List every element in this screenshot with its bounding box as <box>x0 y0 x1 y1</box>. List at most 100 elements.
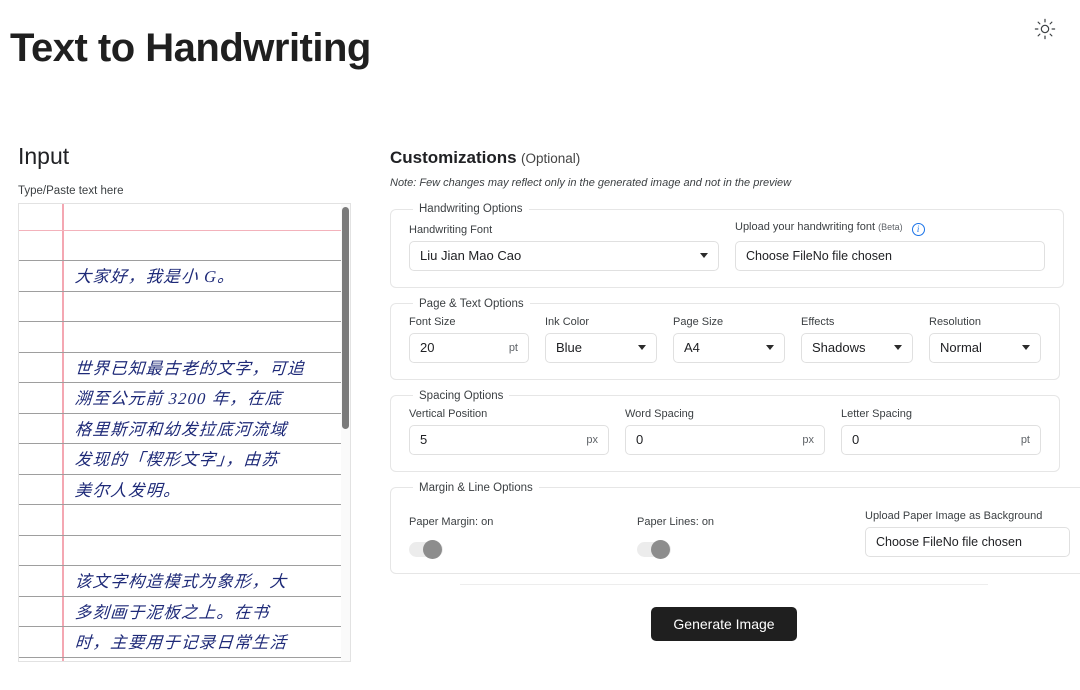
handwriting-line: 格里斯河和幼发拉底河流域 <box>74 419 288 439</box>
field-resolution: Resolution Normal <box>929 316 1041 363</box>
field-font-size: Font Size 20 pt <box>409 316 529 363</box>
handwriting-line: 该文字构造模式为象形，大 <box>74 572 288 592</box>
upload-font-value: Choose FileNo file chosen <box>746 248 892 263</box>
paper-rule <box>19 534 350 536</box>
paper-lines-toggle-knob <box>651 539 670 559</box>
app-root: Text to Handwriting Input Type/Paste tex… <box>0 0 1080 690</box>
vertical-position-label: Vertical Position <box>409 407 488 420</box>
handwriting-font-label: Handwriting Font <box>409 223 493 236</box>
chevron-down-icon <box>894 345 902 350</box>
word-spacing-input[interactable]: 0 px <box>625 424 825 455</box>
paper-rule <box>19 229 350 232</box>
chevron-down-icon <box>638 345 646 350</box>
paper-rule <box>19 443 350 445</box>
vertical-position-unit: px <box>586 433 598 446</box>
group-spacing-options-legend: Spacing Options <box>419 389 504 402</box>
paper-image-file-input[interactable]: Choose FileNo file chosen <box>865 526 1070 557</box>
upload-font-file-input[interactable]: Choose FileNo file chosen <box>735 240 1045 271</box>
preview-scrollbar-thumb[interactable] <box>342 206 349 429</box>
field-handwriting-font: Handwriting Font Liu Jian Mao Cao <box>409 224 719 271</box>
resolution-select[interactable]: Normal <box>929 332 1041 363</box>
chevron-down-icon <box>1022 345 1030 350</box>
page-size-select[interactable]: A4 <box>673 332 785 363</box>
paper-rule <box>19 473 350 475</box>
handwriting-preview[interactable]: 大家好，我是小 G。世界已知最古老的文字，可追 溯至公元前 3200 年，在底 格里… <box>18 202 351 662</box>
paper-image-label: Upload Paper Image as Background <box>865 509 1043 522</box>
resolution-value: Normal <box>940 340 982 355</box>
ink-color-select[interactable]: Blue <box>545 332 657 363</box>
effects-select[interactable]: Shadows <box>801 332 913 363</box>
field-ink-color: Ink Color Blue <box>545 316 657 363</box>
chevron-down-icon <box>700 253 708 258</box>
group-handwriting-options: Handwriting Options Handwriting Font Liu… <box>390 203 1064 288</box>
resolution-label: Resolution <box>929 315 981 328</box>
paper-lines-toggle[interactable] <box>637 539 671 559</box>
handwriting-line: 溯至公元前 3200 年，在底 <box>74 389 284 409</box>
group-page-text-options-legend: Page & Text Options <box>419 297 524 310</box>
font-size-unit: pt <box>508 341 518 354</box>
handwriting-font-select[interactable]: Liu Jian Mao Cao <box>409 240 719 271</box>
paper-rule <box>19 626 350 628</box>
paper-rule <box>19 565 350 567</box>
group-page-text-options: Page & Text Options Font Size 20 pt Ink … <box>390 297 1060 380</box>
field-page-size: Page Size A4 <box>673 316 785 363</box>
effects-value: Shadows <box>812 340 866 355</box>
letter-spacing-input[interactable]: 0 pt <box>841 424 1041 455</box>
paper-rule <box>19 351 350 353</box>
vertical-position-value: 5 <box>420 432 428 447</box>
handwriting-line: 大家好，我是小 G。 <box>74 267 236 287</box>
paper-rule <box>19 656 350 658</box>
word-spacing-unit: px <box>802 433 814 446</box>
handwriting-line: 世界已知最古老的文字，可追 <box>74 358 306 378</box>
input-field-caption: Type/Paste text here <box>18 184 124 197</box>
generate-image-button[interactable]: Generate Image <box>651 606 797 641</box>
paper-margin-toggle[interactable] <box>409 539 443 559</box>
handwriting-line: 多刻画于泥板之上。在书 <box>74 602 271 622</box>
font-size-value: 20 <box>420 340 435 355</box>
paper-image-value: Choose FileNo file chosen <box>876 534 1022 549</box>
handwriting-line: 美尔人发明。 <box>74 480 182 500</box>
letter-spacing-value: 0 <box>852 432 860 447</box>
field-vertical-position: Vertical Position 5 px <box>409 408 609 455</box>
upload-font-label-text: Upload your handwriting font <box>735 221 876 233</box>
info-icon[interactable]: i <box>911 222 925 236</box>
word-spacing-value: 0 <box>636 432 644 447</box>
customizations-title: Customizations <box>390 148 517 167</box>
preview-scrollbar[interactable] <box>341 203 350 661</box>
paper-rule <box>19 382 350 384</box>
field-upload-font: Upload your handwriting font (Beta) i Ch… <box>735 221 1045 271</box>
letter-spacing-label: Letter Spacing <box>841 407 912 420</box>
field-paper-lines: Paper Lines: on <box>637 500 849 559</box>
ink-color-label: Ink Color <box>545 315 590 328</box>
field-paper-margin: Paper Margin: on <box>409 500 621 559</box>
paper-sheet[interactable]: 大家好，我是小 G。世界已知最古老的文字，可追 溯至公元前 3200 年，在底 格里… <box>19 203 350 661</box>
field-letter-spacing: Letter Spacing 0 pt <box>841 408 1041 455</box>
handwriting-line: 发现的「楔形文字」，由苏 <box>74 450 280 470</box>
paper-margin-toggle-knob <box>423 539 442 559</box>
handwriting-line: 账目。 <box>74 660 345 661</box>
ink-color-value: Blue <box>556 340 583 355</box>
upload-font-label: Upload your handwriting font (Beta) i <box>735 221 1045 236</box>
customizations-optional: (Optional) <box>521 151 581 166</box>
sun-icon[interactable] <box>1028 12 1062 46</box>
group-handwriting-options-legend: Handwriting Options <box>419 203 523 215</box>
paper-rule <box>19 412 350 414</box>
paper-rule <box>19 321 350 323</box>
effects-label: Effects <box>801 315 835 328</box>
input-panel: Input Type/Paste text here 大家好，我是小 G。世界已… <box>18 143 358 662</box>
paper-margin-label: Paper Margin: on <box>409 515 494 528</box>
page-size-value: A4 <box>684 340 700 355</box>
paper-rule <box>19 504 350 506</box>
upload-font-beta: (Beta) <box>878 222 903 232</box>
letter-spacing-unit: pt <box>1020 433 1030 446</box>
section-divider <box>460 583 988 585</box>
handwriting-line: 时，主要用于记录日常生活 <box>74 633 288 653</box>
customizations-note: Note: Few changes may reflect only in th… <box>390 177 792 189</box>
font-size-input[interactable]: 20 pt <box>409 332 529 363</box>
chevron-down-icon <box>766 345 774 350</box>
page-title: Text to Handwriting <box>10 26 371 70</box>
font-size-label: Font Size <box>409 315 456 328</box>
input-heading: Input <box>18 143 70 169</box>
vertical-position-input[interactable]: 5 px <box>409 424 609 455</box>
paper-lines-label: Paper Lines: on <box>637 515 715 528</box>
